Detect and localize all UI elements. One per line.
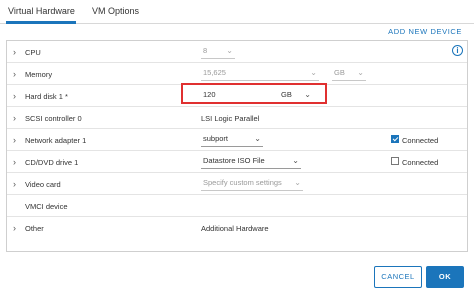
tab-virtual-hardware[interactable]: Virtual Hardware bbox=[8, 6, 75, 16]
chevron-right-icon[interactable]: › bbox=[13, 135, 21, 145]
chevron-down-icon: ⌄ bbox=[310, 68, 317, 77]
row-cd-dvd-drive-1: › CD/DVD drive 1 Datastore ISO File ⌄ Co… bbox=[7, 151, 467, 173]
chevron-right-icon[interactable]: › bbox=[13, 179, 21, 189]
row-memory: › Memory 15,625 ⌄ GB ⌄ bbox=[7, 63, 467, 85]
chevron-down-icon: ⌄ bbox=[226, 46, 233, 55]
network-connected-checkbox[interactable] bbox=[391, 135, 399, 143]
chevron-right-icon[interactable]: › bbox=[13, 157, 21, 167]
chevron-right-icon[interactable]: › bbox=[13, 47, 21, 57]
ok-button[interactable]: OK bbox=[426, 266, 464, 288]
memory-label: Memory bbox=[25, 70, 53, 79]
memory-value: 15,625 bbox=[203, 68, 226, 77]
hardware-grid: › CPU 8 ⌄ i › Memory 15,625 ⌄ GB ⌄ › Har… bbox=[6, 40, 468, 252]
add-new-device-button[interactable]: ADD NEW DEVICE bbox=[388, 27, 462, 36]
cd-dvd-connected-checkbox[interactable] bbox=[391, 157, 399, 165]
chevron-down-icon: ⌄ bbox=[357, 68, 364, 77]
chevron-right-icon[interactable]: › bbox=[13, 113, 21, 123]
active-tab-indicator bbox=[6, 21, 76, 24]
chevron-right-icon[interactable]: › bbox=[13, 223, 21, 233]
other-value: Additional Hardware bbox=[201, 224, 269, 233]
cpu-value: 8 bbox=[203, 46, 208, 55]
highlight-box bbox=[181, 83, 327, 104]
cd-dvd-value: Datastore ISO File bbox=[203, 156, 265, 165]
cancel-button[interactable]: CANCEL bbox=[374, 266, 422, 288]
cd-dvd-select[interactable]: Datastore ISO File ⌄ bbox=[201, 154, 301, 169]
chevron-down-icon: ⌄ bbox=[292, 156, 299, 165]
network-select[interactable]: subport ⌄ bbox=[201, 132, 263, 147]
row-video-card: › Video card Specify custom settings ⌄ bbox=[7, 173, 467, 195]
row-vmci-device: VMCI device bbox=[7, 195, 467, 217]
video-card-label: Video card bbox=[25, 180, 61, 189]
chevron-right-icon[interactable]: › bbox=[13, 91, 21, 101]
chevron-down-icon: ⌄ bbox=[294, 178, 301, 187]
row-network-adapter-1: › Network adapter 1 subport ⌄ Connected bbox=[7, 129, 467, 151]
vmci-device-label: VMCI device bbox=[25, 202, 68, 211]
network-value: subport bbox=[203, 134, 229, 143]
memory-unit: GB bbox=[334, 68, 345, 77]
info-icon[interactable]: i bbox=[452, 45, 463, 56]
row-scsi-controller-0: › SCSI controller 0 LSI Logic Parallel bbox=[7, 107, 467, 129]
scsi-controller-label: SCSI controller 0 bbox=[25, 114, 82, 123]
network-connected-label: Connected bbox=[402, 136, 439, 145]
cd-dvd-label: CD/DVD drive 1 bbox=[25, 158, 79, 167]
scsi-controller-value: LSI Logic Parallel bbox=[201, 114, 260, 123]
chevron-right-icon[interactable]: › bbox=[13, 69, 21, 79]
cpu-select[interactable]: 8 ⌄ bbox=[201, 44, 235, 59]
memory-unit-select[interactable]: GB ⌄ bbox=[332, 66, 366, 81]
row-other: › Other Additional Hardware bbox=[7, 217, 467, 239]
video-card-select[interactable]: Specify custom settings ⌄ bbox=[201, 176, 303, 191]
cd-dvd-connected-label: Connected bbox=[402, 158, 439, 167]
network-adapter-label: Network adapter 1 bbox=[25, 136, 87, 145]
chevron-down-icon: ⌄ bbox=[254, 134, 261, 143]
row-cpu: › CPU 8 ⌄ i bbox=[7, 41, 467, 63]
video-card-value: Specify custom settings bbox=[203, 178, 282, 187]
memory-select[interactable]: 15,625 ⌄ bbox=[201, 66, 319, 81]
tab-vm-options[interactable]: VM Options bbox=[92, 6, 139, 16]
tab-bar: Virtual Hardware VM Options bbox=[0, 0, 474, 24]
hard-disk-label: Hard disk 1 * bbox=[25, 92, 68, 101]
other-label: Other bbox=[25, 224, 44, 233]
cpu-label: CPU bbox=[25, 48, 41, 57]
